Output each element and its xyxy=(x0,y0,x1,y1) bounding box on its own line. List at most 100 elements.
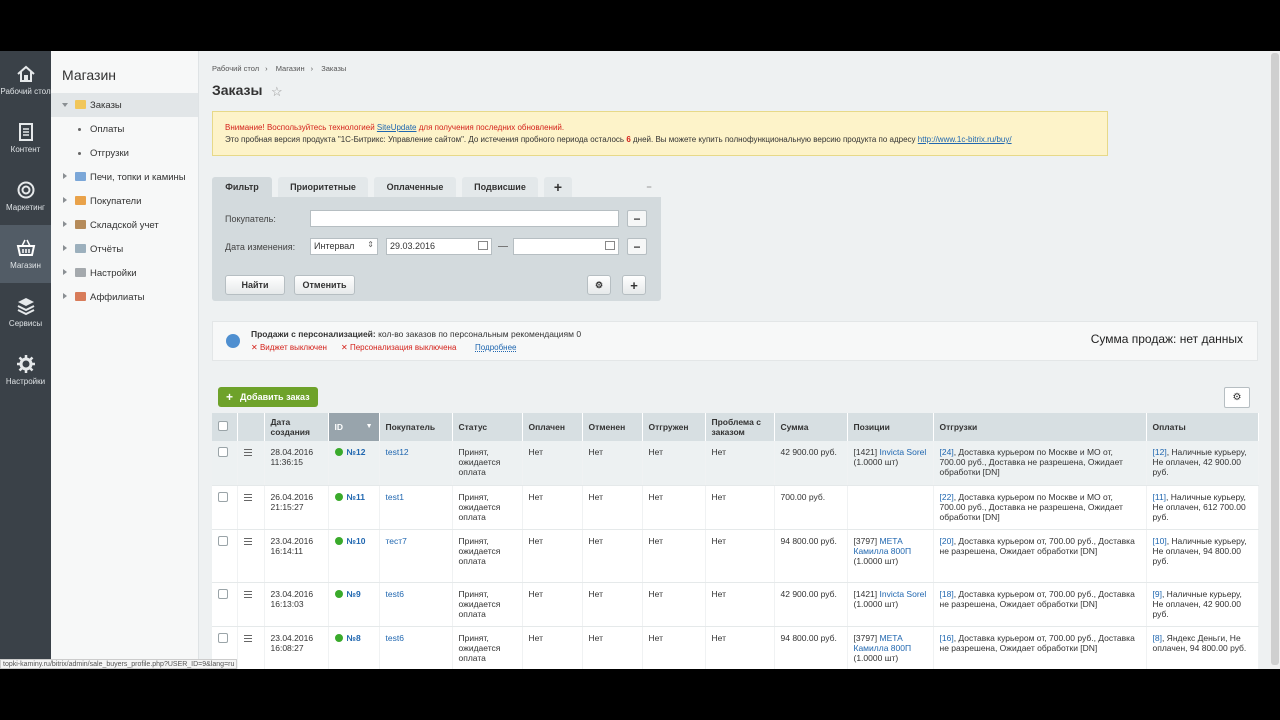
payment-link[interactable]: [11] xyxy=(1153,492,1167,502)
row-menu-icon[interactable] xyxy=(237,582,265,627)
more-link[interactable]: Подробнее xyxy=(475,343,517,352)
add-order-button[interactable]: + Добавить заказ xyxy=(218,387,318,407)
star-icon[interactable]: ☆ xyxy=(271,84,283,100)
sidebar-shop[interactable]: Магазин xyxy=(0,225,51,283)
buyer-link[interactable]: тест7 xyxy=(386,536,407,546)
add-tab-button[interactable]: + xyxy=(544,177,572,197)
chevron-right-icon[interactable] xyxy=(63,221,67,227)
header-id[interactable]: ID ▼ xyxy=(328,413,380,441)
menu-item-warehouse[interactable]: Складской учет xyxy=(51,213,198,237)
header-sum[interactable]: Сумма xyxy=(774,413,848,441)
row-menu-icon[interactable] xyxy=(237,485,265,530)
buyer-link[interactable]: test6 xyxy=(386,589,404,599)
breadcrumb-item[interactable]: Магазин xyxy=(276,64,305,73)
shipment-link[interactable]: [18] xyxy=(940,589,954,599)
menu-item-buyers[interactable]: Покупатели xyxy=(51,189,198,213)
shipment-link[interactable]: [24] xyxy=(940,447,954,457)
tab-paid[interactable]: Оплаченные xyxy=(374,177,456,197)
position-link[interactable]: Invicta Sorel xyxy=(880,589,927,599)
menu-item-shipments[interactable]: Отгрузки xyxy=(51,141,198,165)
tab-priority[interactable]: Приоритетные xyxy=(278,177,368,197)
sidebar-desktop[interactable]: Рабочий стол xyxy=(0,51,51,109)
payment-link[interactable]: [9] xyxy=(1153,589,1162,599)
table-row[interactable]: 23.04.2016 16:14:11 №10 тест7 Принят, ожидае… xyxy=(212,529,1259,583)
position-link[interactable]: Invicta Sorel xyxy=(880,447,927,457)
order-id-link[interactable]: №12 xyxy=(347,447,366,457)
shipment-link[interactable]: [16] xyxy=(940,633,954,643)
menu-item-affiliates[interactable]: Аффилиаты xyxy=(51,285,198,309)
gear-icon[interactable]: ⚙ xyxy=(587,275,611,295)
header-payments[interactable]: Оплаты xyxy=(1146,413,1259,441)
table-row[interactable]: 28.04.2016 11:36:15 №12 test12 Принят, ожида… xyxy=(212,441,1259,486)
payment-link[interactable]: [10] xyxy=(1153,536,1167,546)
payment-link[interactable]: [8] xyxy=(1153,633,1162,643)
chevron-right-icon[interactable] xyxy=(63,173,67,179)
remove-field-button[interactable]: − xyxy=(627,210,647,227)
remove-field-button[interactable]: − xyxy=(627,238,647,255)
row-checkbox[interactable] xyxy=(212,582,238,627)
chevron-right-icon[interactable] xyxy=(63,293,67,299)
buyer-link[interactable]: test12 xyxy=(386,447,409,457)
header-paid[interactable]: Оплачен xyxy=(522,413,583,441)
order-id-link[interactable]: №10 xyxy=(347,536,366,546)
table-row[interactable]: 23.04.2016 16:13:03 №9 test6 Принят, ожидает… xyxy=(212,582,1259,627)
breadcrumb-item[interactable]: Рабочий стол xyxy=(212,64,259,73)
row-checkbox[interactable] xyxy=(212,441,238,486)
chevron-down-icon[interactable] xyxy=(62,103,68,107)
menu-item-orders[interactable]: Заказы xyxy=(51,93,198,117)
chevron-right-icon[interactable] xyxy=(63,245,67,251)
sidebar-services[interactable]: Сервисы xyxy=(0,283,51,341)
add-field-button[interactable]: + xyxy=(622,275,646,295)
scrollbar[interactable] xyxy=(1270,51,1280,669)
order-id-link[interactable]: №8 xyxy=(347,633,361,643)
header-shipments[interactable]: Отгрузки xyxy=(933,413,1147,441)
row-menu-icon[interactable] xyxy=(237,529,265,583)
table-row[interactable]: 26.04.2016 21:15:27 №11 test1 Принят, ожидае… xyxy=(212,485,1259,530)
cancel-button[interactable]: Отменить xyxy=(294,275,355,295)
date-from-input[interactable]: 29.03.2016 xyxy=(386,238,492,255)
calendar-icon[interactable] xyxy=(605,241,615,250)
row-menu-icon[interactable] xyxy=(237,441,265,486)
breadcrumb-item[interactable]: Заказы xyxy=(321,64,346,73)
payment-link[interactable]: [12] xyxy=(1153,447,1167,457)
header-status[interactable]: Статус xyxy=(452,413,523,441)
date-to-input[interactable] xyxy=(513,238,619,255)
shipment-link[interactable]: [22] xyxy=(940,492,954,502)
order-id-link[interactable]: №9 xyxy=(347,589,361,599)
buy-link[interactable]: http://www.1c-bitrix.ru/buy/ xyxy=(918,135,1012,144)
grid-settings-button[interactable]: ⚙ xyxy=(1224,387,1250,408)
sidebar-content[interactable]: Контент xyxy=(0,109,51,167)
header-date[interactable]: Дата создания xyxy=(264,413,329,441)
header-problem[interactable]: Проблема с заказом xyxy=(705,413,775,441)
sidebar-marketing[interactable]: Маркетинг xyxy=(0,167,51,225)
select-all-checkbox[interactable] xyxy=(212,413,238,441)
order-id-link[interactable]: №11 xyxy=(347,492,365,502)
header-shipped[interactable]: Отгружен xyxy=(642,413,706,441)
shipment-link[interactable]: [20] xyxy=(940,536,954,546)
tab-pending[interactable]: Подвисшие xyxy=(462,177,538,197)
chevron-right-icon[interactable] xyxy=(63,269,67,275)
buyer-link[interactable]: test6 xyxy=(386,633,404,643)
calendar-icon[interactable] xyxy=(478,241,488,250)
menu-item-settings[interactable]: Настройки xyxy=(51,261,198,285)
table-row[interactable]: 23.04.2016 16:08:27 №8 test6 Принят, ожидает… xyxy=(212,626,1259,669)
tab-filter[interactable]: Фильтр xyxy=(212,177,272,197)
row-checkbox[interactable] xyxy=(212,485,238,530)
sidebar-settings[interactable]: Настройки xyxy=(0,341,51,399)
collapse-icon[interactable]: − xyxy=(642,177,656,197)
row-checkbox[interactable] xyxy=(212,529,238,583)
header-buyer[interactable]: Покупатель xyxy=(379,413,453,441)
header-canceled[interactable]: Отменен xyxy=(582,413,643,441)
chevron-right-icon[interactable] xyxy=(63,197,67,203)
menu-item-reports[interactable]: Отчёты xyxy=(51,237,198,261)
menu-item-payments[interactable]: Оплаты xyxy=(51,117,198,141)
buyer-input[interactable] xyxy=(310,210,619,227)
interval-select[interactable]: Интервал ⇕ xyxy=(310,238,378,255)
scrollbar-thumb[interactable] xyxy=(1271,53,1279,665)
header-positions[interactable]: Позиции xyxy=(847,413,934,441)
find-button[interactable]: Найти xyxy=(225,275,285,295)
row-menu-icon[interactable] xyxy=(237,626,265,669)
buyer-link[interactable]: test1 xyxy=(386,492,404,502)
menu-item-catalog[interactable]: Печи, топки и камины xyxy=(51,165,198,189)
siteupdate-link[interactable]: SiteUpdate xyxy=(377,123,417,132)
